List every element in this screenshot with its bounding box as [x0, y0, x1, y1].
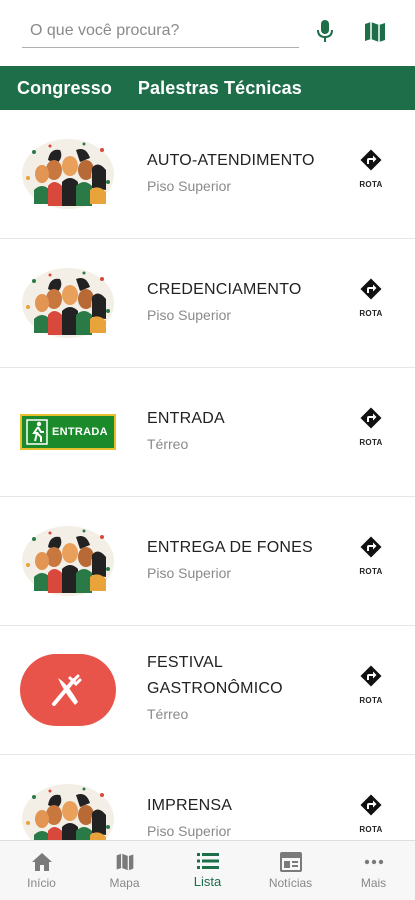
route-icon: [359, 277, 383, 301]
bottom-navigation: Início Mapa Lista Notícias Mais: [0, 840, 415, 900]
route-icon: [359, 535, 383, 559]
route-icon: [359, 664, 383, 688]
nav-mapa[interactable]: Mapa: [83, 841, 166, 900]
microphone-icon[interactable]: [312, 18, 338, 46]
route-button[interactable]: ROTA: [350, 406, 392, 447]
people-illustration: [20, 138, 116, 210]
route-icon: [359, 148, 383, 172]
location-list: AUTO-ATENDIMENTO Piso Superior ROTA CRED…: [0, 110, 415, 840]
people-illustration: [20, 783, 116, 840]
list-item[interactable]: FESTIVAL GASTRONÔMICO Térreo ROTA: [0, 626, 415, 755]
item-floor: Térreo: [147, 436, 189, 452]
list-item[interactable]: AUTO-ATENDIMENTO Piso Superior ROTA: [0, 110, 415, 239]
tab-palestras-tecnicas[interactable]: Palestras Técnicas: [121, 78, 311, 99]
entrance-sign: ENTRADA: [20, 414, 116, 450]
nav-label: Lista: [193, 874, 222, 889]
route-icon: [359, 793, 383, 817]
nav-label: Mapa: [109, 875, 140, 890]
nav-label: Início: [27, 875, 56, 890]
search-field[interactable]: [22, 14, 299, 48]
people-illustration: [20, 525, 116, 597]
item-title: IMPRENSA: [147, 797, 233, 814]
list-item[interactable]: ENTRADA ENTRADA Térreo ROTA: [0, 368, 415, 497]
route-button[interactable]: ROTA: [350, 277, 392, 318]
route-icon: [359, 406, 383, 430]
route-label: ROTA: [359, 825, 383, 834]
more-icon: [364, 859, 383, 864]
item-floor: Piso Superior: [147, 178, 232, 194]
item-title: ENTRADA: [147, 410, 225, 427]
category-tabs: Congresso Palestras Técnicas: [0, 66, 415, 110]
item-title: ENTREGA DE FONES: [147, 539, 313, 556]
item-title-line1: FESTIVAL: [147, 654, 223, 671]
item-floor: Piso Superior: [147, 565, 232, 581]
route-label: ROTA: [359, 567, 383, 576]
nav-label: Notícias: [268, 875, 313, 890]
item-title: AUTO-ATENDIMENTO: [147, 152, 315, 169]
tab-congresso[interactable]: Congresso: [0, 78, 121, 99]
item-title-line2: GASTRONÔMICO: [147, 680, 283, 697]
item-title: CREDENCIAMENTO: [147, 281, 302, 298]
nav-lista[interactable]: Lista: [166, 841, 249, 900]
news-icon: [279, 851, 302, 872]
fork-knife-icon: [20, 654, 116, 726]
map-icon[interactable]: [362, 18, 388, 46]
route-label: ROTA: [359, 438, 383, 447]
nav-label: Mais: [360, 875, 387, 890]
route-button[interactable]: ROTA: [350, 535, 392, 576]
item-floor: Piso Superior: [147, 823, 232, 839]
list-item[interactable]: ENTREGA DE FONES Piso Superior ROTA: [0, 497, 415, 626]
item-floor: Piso Superior: [147, 307, 232, 323]
route-button[interactable]: ROTA: [350, 148, 392, 189]
route-label: ROTA: [359, 309, 383, 318]
route-label: ROTA: [359, 180, 383, 189]
route-button[interactable]: ROTA: [350, 793, 392, 834]
route-button[interactable]: ROTA: [350, 664, 392, 705]
nav-inicio[interactable]: Início: [0, 841, 83, 900]
nav-noticias[interactable]: Notícias: [249, 841, 332, 900]
map-icon: [116, 853, 133, 870]
home-icon: [31, 852, 52, 871]
search-input[interactable]: [22, 21, 299, 40]
people-illustration: [20, 267, 116, 339]
item-floor: Térreo: [147, 706, 189, 722]
nav-mais[interactable]: Mais: [332, 841, 415, 900]
list-item[interactable]: IMPRENSA Piso Superior ROTA: [0, 755, 415, 840]
search-bar: [0, 0, 415, 66]
list-item[interactable]: CREDENCIAMENTO Piso Superior ROTA: [0, 239, 415, 368]
list-icon: [196, 853, 219, 869]
route-label: ROTA: [359, 696, 383, 705]
running-person-icon: [26, 419, 48, 445]
entrance-sign-text: ENTRADA: [52, 426, 108, 438]
